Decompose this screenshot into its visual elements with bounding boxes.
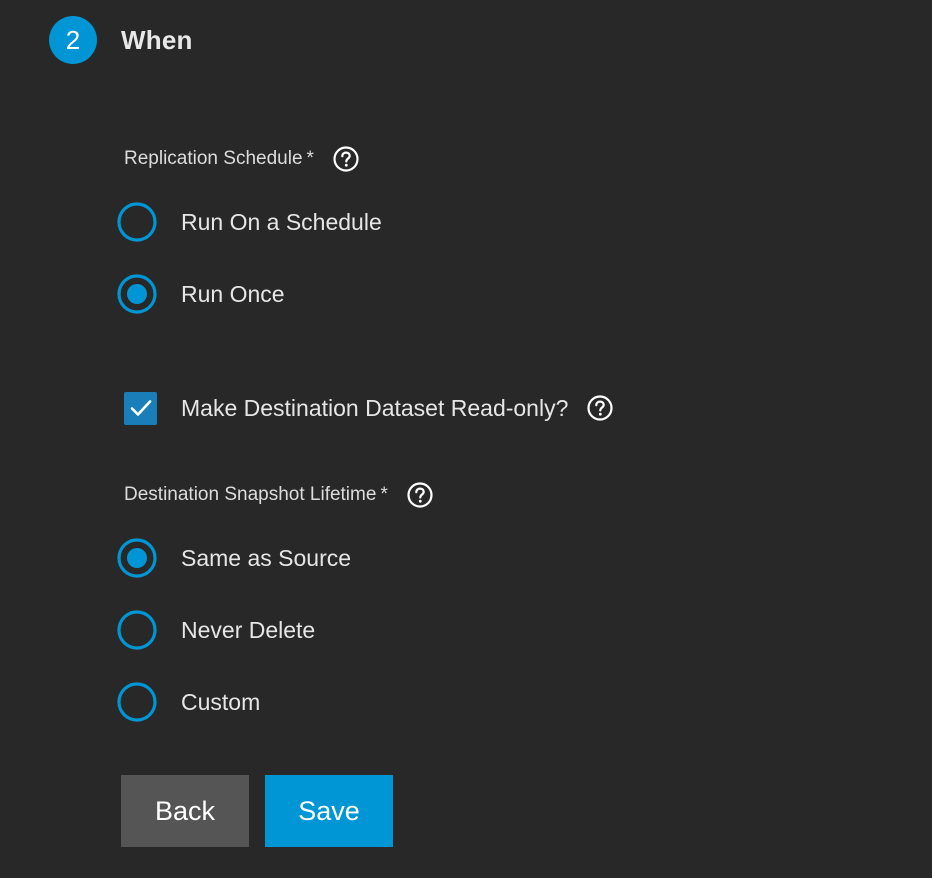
snapshot-lifetime-label-row: Destination Snapshot Lifetime *: [124, 481, 434, 509]
read-only-label: Make Destination Dataset Read-only?: [181, 394, 569, 421]
radio-custom[interactable]: Custom: [116, 681, 260, 723]
snapshot-lifetime-label: Destination Snapshot Lifetime: [124, 484, 377, 505]
required-mark: *: [306, 148, 314, 169]
option-label: Never Delete: [181, 616, 316, 643]
radio-run-once[interactable]: Run Once: [116, 273, 285, 315]
help-circle-icon[interactable]: [332, 145, 360, 173]
checkbox-checked[interactable]: [124, 391, 157, 425]
option-label: Run Once: [181, 280, 285, 307]
radio-unselected-icon[interactable]: [116, 201, 158, 243]
step-number-badge: 2: [49, 16, 97, 64]
save-button[interactable]: Save: [265, 775, 393, 847]
replication-schedule-label: Replication Schedule: [124, 148, 303, 169]
option-label: Custom: [181, 688, 261, 715]
step-title: When: [121, 24, 193, 55]
radio-same-as-source[interactable]: Same as Source: [116, 537, 351, 579]
read-only-checkbox-row[interactable]: Make Destination Dataset Read-only?: [124, 391, 614, 425]
required-mark: *: [380, 484, 388, 505]
back-button[interactable]: Back: [121, 775, 249, 847]
help-circle-icon[interactable]: [406, 481, 434, 509]
radio-unselected-icon[interactable]: [116, 609, 158, 651]
option-label: Same as Source: [181, 544, 352, 571]
option-label: Run On a Schedule: [181, 208, 382, 235]
replication-schedule-label-row: Replication Schedule *: [124, 145, 360, 173]
radio-selected-icon[interactable]: [116, 537, 158, 579]
radio-selected-icon[interactable]: [116, 273, 158, 315]
check-icon: [130, 400, 151, 416]
step-header: 2 When: [49, 16, 193, 64]
radio-run-on-schedule[interactable]: Run On a Schedule: [116, 201, 382, 243]
radio-unselected-icon[interactable]: [116, 681, 158, 723]
help-circle-icon[interactable]: [586, 394, 614, 422]
radio-never-delete[interactable]: Never Delete: [116, 609, 315, 651]
replication-when-step: 2 When Replication Schedule * Run On a S…: [0, 0, 932, 878]
